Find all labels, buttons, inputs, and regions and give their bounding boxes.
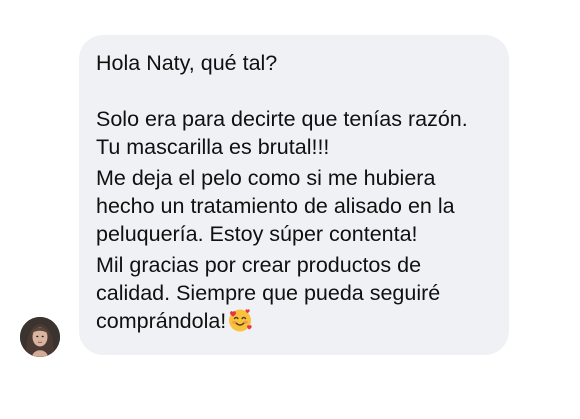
- conversation-view: Hola Naty, qué tal? Solo era para decirt…: [0, 0, 580, 419]
- message-line: Solo era para decirte que tenías razón.: [96, 107, 468, 131]
- message-line-text: comprándola!: [96, 309, 227, 333]
- message-greeting: Hola Naty, qué tal?: [96, 49, 491, 77]
- message-paragraph: Me deja el pelo como si me hubiera hecho…: [96, 164, 491, 248]
- message-line-last: comprándola!: [96, 307, 491, 335]
- user-photo: [20, 317, 60, 357]
- message-line: Mil gracias por crear productos de: [96, 253, 422, 277]
- message-line: Me deja el pelo como si me hubiera: [96, 166, 436, 190]
- message-line: Hola Naty, qué tal?: [96, 51, 278, 75]
- message-line: peluquería. Estoy súper contenta!: [96, 222, 418, 246]
- smiling-face-with-hearts-icon: [227, 307, 253, 333]
- message-paragraph: Mil gracias por crear productos de calid…: [96, 251, 491, 335]
- message-line: hecho un tratamiento de alisado en la: [96, 194, 455, 218]
- message-line: calidad. Siempre que pueda seguiré: [96, 281, 441, 305]
- avatar[interactable]: [20, 317, 60, 357]
- message-line: Tu mascarilla es brutal!!!: [96, 135, 330, 159]
- message-paragraph: Solo era para decirte que tenías razón. …: [96, 105, 491, 161]
- message-bubble[interactable]: Hola Naty, qué tal? Solo era para decirt…: [79, 35, 509, 355]
